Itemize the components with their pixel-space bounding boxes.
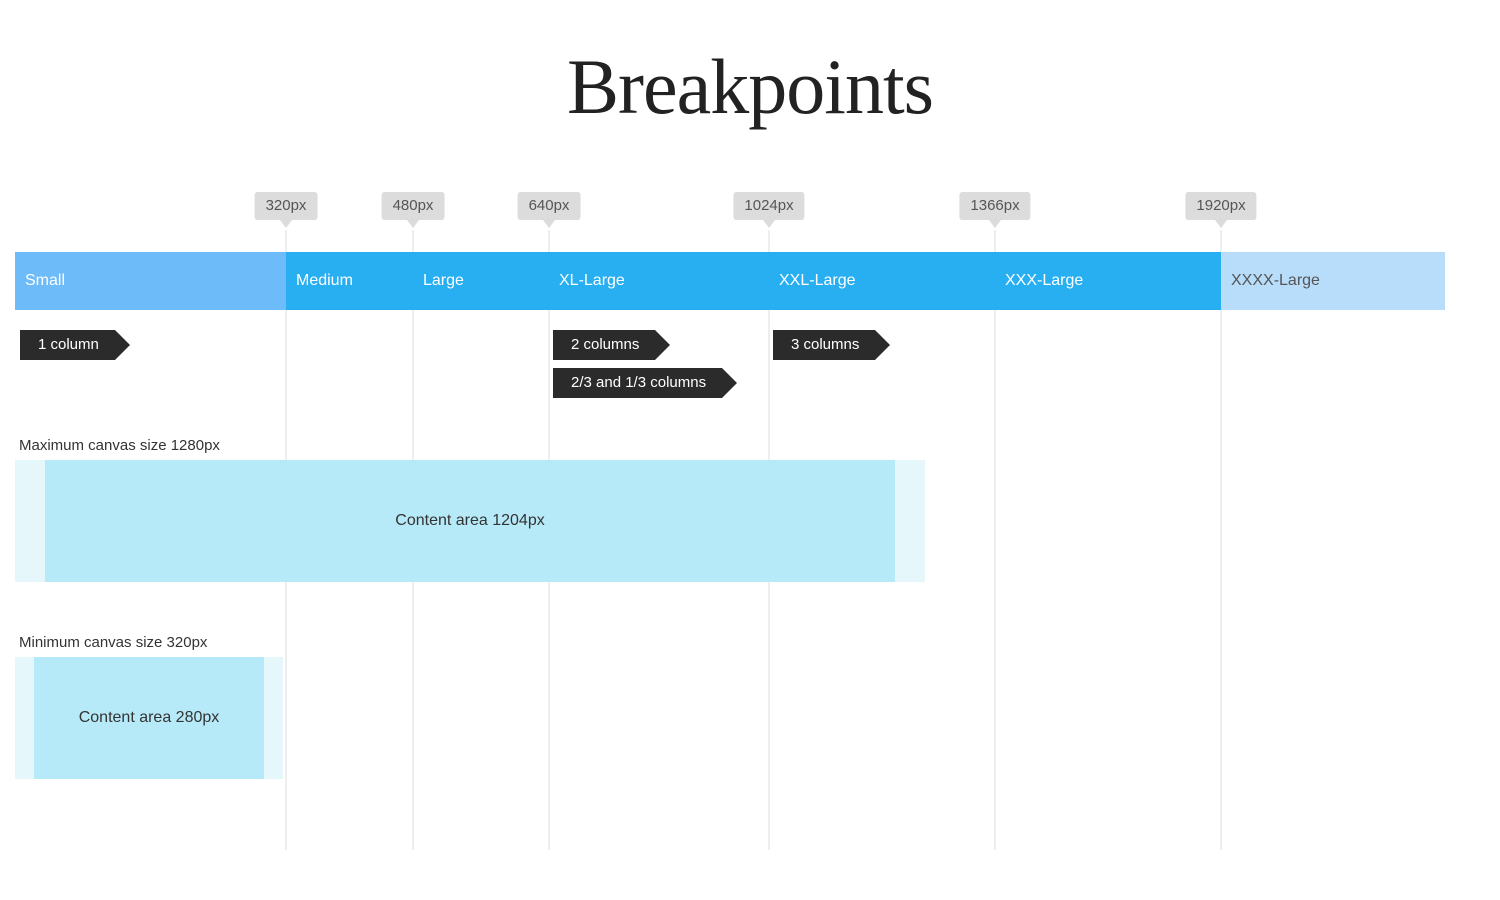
pointer-down-icon (407, 220, 419, 228)
range-xxxx-large: XXXX-Large (1221, 252, 1445, 310)
page-title: Breakpoints (0, 0, 1500, 132)
breakpoint-label: 1366px (959, 192, 1030, 220)
min-canvas-label: Minimum canvas size 320px (19, 634, 207, 651)
pointer-down-icon (763, 220, 775, 228)
pointer-down-icon (989, 220, 1001, 228)
breakpoint-label: 1920px (1185, 192, 1256, 220)
range-band-row: Small Medium Large XL-Large XXL-Large XX… (15, 252, 1445, 310)
range-small: Small (15, 252, 286, 310)
tag-2-columns: 2 columns (553, 330, 655, 360)
tag-1-column: 1 column (20, 330, 115, 360)
breakpoint-label: 320px (255, 192, 318, 220)
breakpoint-label: 480px (382, 192, 445, 220)
breakpoints-diagram: 320px 480px 640px 1024px 1366px 1920px S… (15, 202, 1445, 862)
pointer-down-icon (543, 220, 555, 228)
min-canvas-outer: Content area 280px (15, 657, 283, 779)
pointer-down-icon (280, 220, 292, 228)
breakpoint-label: 1024px (733, 192, 804, 220)
min-canvas-inner: Content area 280px (34, 657, 264, 779)
range-xxx-large: XXX-Large (995, 252, 1221, 310)
max-canvas-inner: Content area 1204px (45, 460, 895, 582)
breakpoint-guideline (1221, 230, 1222, 850)
range-xl-large: XL-Large (549, 252, 769, 310)
tag-3-columns: 3 columns (773, 330, 875, 360)
breakpoint-label: 640px (518, 192, 581, 220)
breakpoint-guideline (995, 230, 996, 850)
max-canvas-outer: Content area 1204px (15, 460, 925, 582)
max-canvas-label: Maximum canvas size 1280px (19, 437, 220, 454)
range-large: Large (413, 252, 549, 310)
range-medium: Medium (286, 252, 413, 310)
pointer-down-icon (1215, 220, 1227, 228)
range-xxl-large: XXL-Large (769, 252, 995, 310)
tag-mixed-columns: 2/3 and 1/3 columns (553, 368, 722, 398)
